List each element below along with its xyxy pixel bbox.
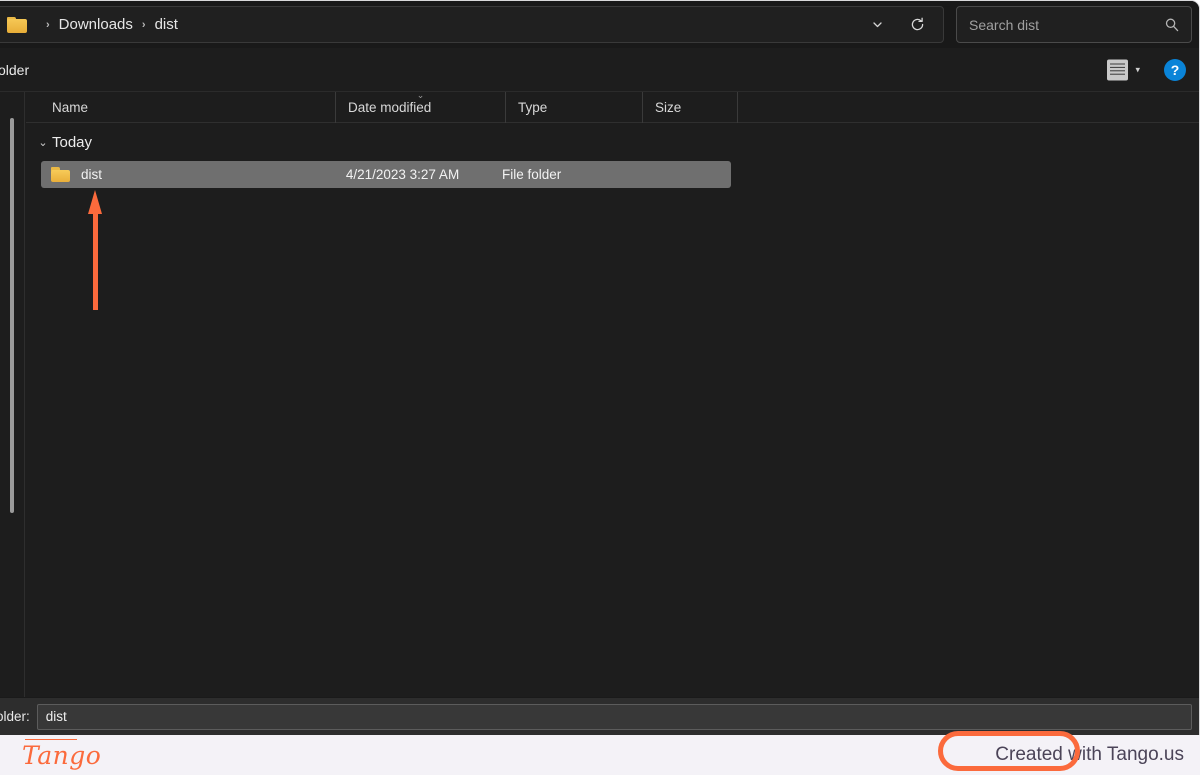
folder-name-field[interactable] [36, 703, 1192, 730]
column-header-size[interactable]: Size [642, 91, 738, 123]
column-header-size-label: Size [655, 99, 682, 115]
breadcrumb[interactable]: › Downloads › dist [0, 6, 944, 43]
address-bar: › Downloads › dist [0, 1, 1199, 48]
column-headers: Name ⌄ Date modified Type Size [26, 89, 1199, 123]
command-toolbar: older ▾ ? [0, 48, 1199, 92]
breadcrumb-item-downloads[interactable]: Downloads [59, 16, 133, 33]
folder-name-label: older: [0, 709, 30, 724]
screenshot-root: › Downloads › dist Search dist older ▾ ?… [0, 0, 1200, 775]
column-header-type-label: Type [518, 99, 548, 115]
new-folder-button[interactable]: older [0, 62, 29, 78]
search-icon[interactable] [1163, 16, 1181, 34]
tango-footer: Tango Created with Tango.us [0, 735, 1200, 775]
folder-name-bar: older: [0, 697, 1199, 735]
row-name: dist [81, 167, 103, 182]
folder-name-input[interactable] [45, 709, 1183, 724]
search-input[interactable] [969, 16, 1163, 33]
file-list: Name ⌄ Date modified Type Size ⌄ Today d… [26, 89, 1199, 697]
breadcrumb-separator-1: › [141, 18, 146, 31]
row-date-modified: 4/21/2023 3:27 AM [345, 167, 460, 182]
navigation-pane-scrollbar[interactable] [10, 118, 14, 513]
sort-descending-icon: ⌄ [416, 89, 425, 100]
created-with-tango-credit[interactable]: Created with Tango.us [995, 744, 1184, 766]
table-row[interactable]: dist 4/21/2023 3:27 AM File folder [41, 161, 731, 188]
chevron-down-icon[interactable]: ⌄ [34, 136, 52, 149]
search-box[interactable] [956, 6, 1192, 43]
navigation-pane [0, 92, 25, 697]
folder-icon [7, 16, 27, 33]
refresh-icon[interactable] [903, 11, 931, 39]
group-header-label: Today [52, 134, 93, 151]
help-icon[interactable]: ? [1164, 58, 1186, 81]
row-type: File folder [502, 167, 562, 182]
column-header-date-modified-label: Date modified [348, 99, 432, 115]
select-folder-dialog: › Downloads › dist Search dist older ▾ ?… [0, 0, 1200, 735]
column-header-name[interactable]: Name [26, 92, 335, 123]
breadcrumb-item-dist[interactable]: dist [155, 16, 178, 33]
list-view-icon [1107, 59, 1129, 80]
column-header-date-modified[interactable]: ⌄ Date modified [335, 89, 505, 123]
group-header-today[interactable]: ⌄ Today [26, 127, 1199, 158]
folder-icon [51, 167, 70, 182]
chevron-down-icon[interactable] [863, 11, 891, 39]
column-header-type[interactable]: Type [505, 91, 642, 123]
breadcrumb-separator-0: › [46, 18, 50, 31]
column-header-name-label: Name [52, 99, 89, 115]
tango-logo: Tango [22, 738, 102, 770]
view-options-button[interactable]: ▾ [1107, 59, 1140, 80]
chevron-down-icon[interactable]: ▾ [1135, 64, 1140, 75]
